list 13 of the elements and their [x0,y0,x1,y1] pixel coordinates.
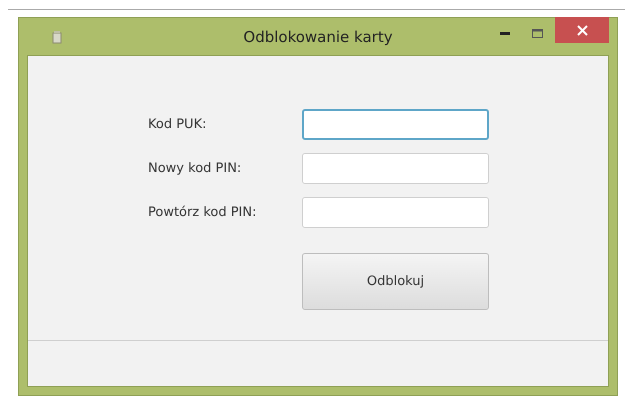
input-field[interactable] [302,153,489,184]
window-title: Odblokowanie karty [243,28,393,46]
unlock-button[interactable]: Odblokuj [302,253,489,310]
cup-icon [51,30,63,44]
input-field[interactable] [302,197,489,228]
field-label: Powtórz kod PIN: [148,205,258,220]
input-field[interactable] [302,109,489,140]
maximize-icon [532,28,542,38]
close-icon [576,24,588,36]
minimize-icon [500,32,510,34]
close-button[interactable] [555,17,609,43]
field-label: Nowy kod PIN: [148,161,242,176]
field-label: Kod PUK: [148,117,208,132]
